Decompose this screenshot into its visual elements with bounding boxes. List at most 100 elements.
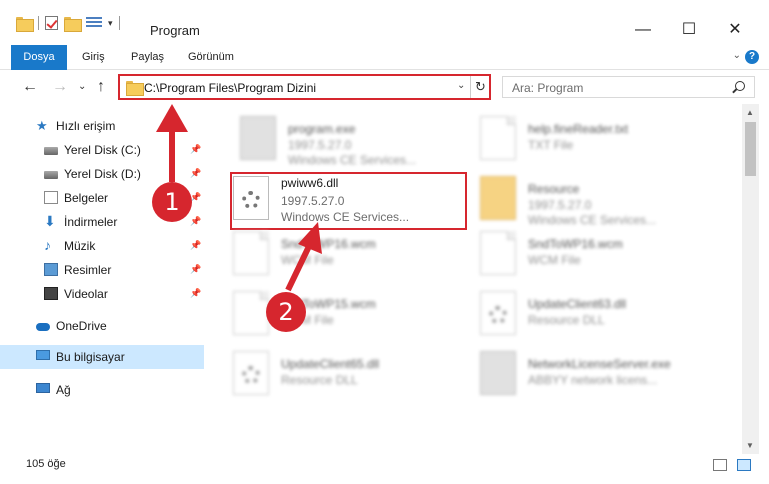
- sidebar-item-music[interactable]: ♪ Müzik 📌: [0, 234, 204, 258]
- dll-gear-icon: [233, 351, 269, 395]
- sidebar-item-label: Bu bilgisayar: [56, 350, 125, 364]
- file-name: program.exe: [288, 122, 356, 136]
- file-item[interactable]: program.exe 1997.5.27.0 Windows CE Servi…: [240, 114, 480, 167]
- file-item[interactable]: NetworkLicenseServer.exe ABBYY network l…: [480, 349, 720, 397]
- sidebar-item-network[interactable]: Ağ: [0, 378, 204, 402]
- tab-file[interactable]: Dosya: [11, 45, 67, 70]
- sidebar-item-label: Müzik: [64, 239, 96, 253]
- pin-icon[interactable]: 📌: [190, 264, 201, 275]
- file-item[interactable]: Resource 1997.5.27.0 Windows CE Services…: [480, 174, 720, 227]
- item-count: 105 öğe: [26, 458, 66, 470]
- music-icon: ♪: [44, 237, 51, 253]
- search-icon: [735, 81, 745, 91]
- up-button[interactable]: ↑: [97, 78, 105, 96]
- sidebar-item-label: Resimler: [64, 263, 112, 277]
- sidebar-item-videos[interactable]: Videolar 📌: [0, 282, 204, 306]
- file-name: UpdateClient63.dll: [528, 297, 627, 311]
- file-description: ABBYY network licens...: [528, 373, 658, 387]
- title-bar: ▾ Program — ☐ ✕: [0, 0, 769, 44]
- sidebar-item-this-pc[interactable]: Bu bilgisayar: [0, 345, 204, 369]
- forward-button[interactable]: →: [52, 78, 68, 96]
- text-file-icon: [480, 116, 516, 160]
- properties-check-icon[interactable]: [45, 16, 58, 30]
- cloud-icon: [36, 323, 50, 331]
- sidebar-item-label: İndirmeler: [64, 215, 118, 229]
- sidebar-item-label: Yerel Disk (C:): [64, 143, 141, 157]
- folder-icon: [126, 81, 144, 96]
- pictures-icon: [44, 263, 58, 276]
- search-input[interactable]: Ara: Program: [502, 76, 755, 98]
- address-dropdown-icon[interactable]: ⌄: [457, 80, 465, 91]
- pin-icon[interactable]: 📌: [190, 168, 201, 179]
- minimize-button[interactable]: —: [620, 18, 666, 42]
- close-button[interactable]: ✕: [712, 18, 758, 42]
- file-type: Resource DLL: [528, 313, 605, 327]
- refresh-button[interactable]: ↻: [470, 76, 490, 98]
- large-icons-view-icon[interactable]: [737, 459, 751, 471]
- help-icon[interactable]: ?: [745, 50, 759, 64]
- ribbon-tabs: Dosya Giriş Paylaş Görünüm ⌄ ?: [0, 45, 769, 70]
- search-placeholder: Ara: Program: [512, 81, 584, 95]
- file-item[interactable]: SndToWP16.wcm WCM File: [233, 229, 473, 277]
- address-path[interactable]: C:\Program Files\Program Dizini: [144, 81, 316, 95]
- callout-step-1: 1: [152, 182, 192, 222]
- details-view-icon[interactable]: [713, 459, 727, 471]
- scroll-down-icon[interactable]: ▼: [746, 441, 754, 450]
- maximize-button[interactable]: ☐: [666, 18, 712, 42]
- address-bar[interactable]: C:\Program Files\Program Dizini ⌄ ↻: [118, 74, 491, 100]
- new-folder-icon[interactable]: [64, 16, 82, 32]
- file-icon: [233, 231, 269, 275]
- sidebar-item-label: Yerel Disk (D:): [64, 167, 141, 181]
- file-type: WCM File: [528, 253, 581, 267]
- folder-icon: [16, 16, 34, 32]
- file-icon: [480, 231, 516, 275]
- sidebar-item-quick-access[interactable]: ★ Hızlı erişim: [0, 114, 204, 138]
- file-item[interactable]: help.fineReader.txt TXT File: [480, 114, 720, 162]
- star-icon: ★: [36, 118, 48, 133]
- tab-home[interactable]: Giriş: [72, 45, 115, 70]
- navigation-bar: ← → ⌄ ↑ C:\Program Files\Program Dizini …: [0, 70, 769, 104]
- file-name: SndToWP16.wcm: [281, 237, 376, 251]
- toolbar-dropdown-icon[interactable]: ▾: [108, 18, 113, 29]
- recent-locations-button[interactable]: ⌄: [78, 81, 86, 92]
- file-name: NetworkLicenseServer.exe: [528, 357, 671, 371]
- disk-icon: [44, 147, 58, 155]
- document-icon: [44, 191, 58, 204]
- customize-toolbar-icon[interactable]: [86, 16, 102, 30]
- pin-icon[interactable]: 📌: [190, 288, 201, 299]
- computer-icon: [36, 350, 50, 360]
- quick-access-toolbar: ▾: [16, 16, 120, 32]
- expand-ribbon-icon[interactable]: ⌄: [733, 50, 741, 61]
- file-item[interactable]: UpdateClient63.dll Resource DLL: [480, 289, 720, 337]
- callout-step-2: 2: [266, 292, 306, 332]
- file-type: TXT File: [528, 138, 574, 152]
- pin-icon[interactable]: 📌: [190, 240, 201, 251]
- sidebar-item-disk-c[interactable]: Yerel Disk (C:) 📌: [0, 138, 204, 162]
- pin-icon[interactable]: 📌: [190, 216, 201, 227]
- status-bar: 105 öğe: [0, 454, 769, 476]
- pin-icon[interactable]: 📌: [190, 144, 201, 155]
- tab-share[interactable]: Paylaş: [121, 45, 174, 70]
- exe-icon: [480, 351, 516, 395]
- exe-icon: [240, 116, 276, 160]
- file-name: UpdateClient65.dll: [281, 357, 380, 371]
- file-version: 1997.5.27.0: [528, 198, 592, 212]
- sidebar-item-pictures[interactable]: Resimler 📌: [0, 258, 204, 282]
- file-name: SndToWP16.wcm: [528, 237, 623, 251]
- disk-icon: [44, 171, 58, 179]
- file-type: WCM File: [281, 253, 334, 267]
- back-button[interactable]: ←: [22, 78, 38, 96]
- tab-view[interactable]: Görünüm: [178, 45, 244, 70]
- file-icon: [233, 291, 269, 335]
- vertical-scrollbar[interactable]: ▲ ▼: [742, 104, 759, 454]
- window-title: Program: [150, 23, 200, 38]
- sidebar-item-onedrive[interactable]: OneDrive: [0, 314, 204, 338]
- sidebar-item-label: OneDrive: [56, 319, 107, 333]
- file-type: Resource DLL: [281, 373, 358, 387]
- file-item[interactable]: UpdateClient65.dll Resource DLL: [233, 349, 473, 397]
- file-name: help.fineReader.txt: [528, 122, 629, 136]
- file-name: Resource: [528, 182, 580, 196]
- scroll-up-icon[interactable]: ▲: [746, 108, 754, 117]
- file-item[interactable]: SndToWP16.wcm WCM File: [480, 229, 720, 277]
- scroll-thumb[interactable]: [745, 122, 756, 176]
